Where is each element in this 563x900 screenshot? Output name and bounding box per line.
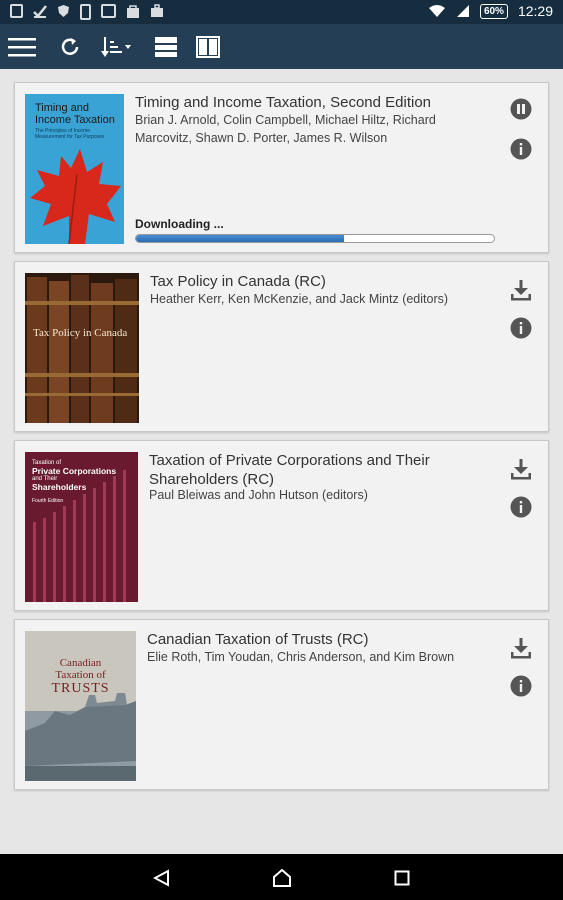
menu-icon[interactable] xyxy=(8,34,36,60)
castle-photo xyxy=(25,631,136,781)
cover-graphic xyxy=(33,470,126,602)
book-cover[interactable]: Tax Policy in Canada xyxy=(25,273,139,423)
book-title[interactable]: Tax Policy in Canada (RC) xyxy=(150,272,490,291)
download-icon[interactable] xyxy=(509,278,533,302)
maple-leaf-icon xyxy=(30,149,121,244)
battery-indicator: 60% xyxy=(479,3,508,19)
news-icon xyxy=(101,4,116,18)
book-list: Timing and Income Taxation The Principle… xyxy=(0,69,563,854)
download-icon[interactable] xyxy=(509,457,533,481)
book-card[interactable]: Tax Policy in Canada Tax Policy in Canad… xyxy=(14,261,549,432)
book-title[interactable]: Taxation of Private Corporations and The… xyxy=(149,451,469,489)
info-icon[interactable] xyxy=(509,316,533,340)
back-icon[interactable] xyxy=(152,868,172,888)
shield-icon xyxy=(58,5,69,17)
recents-icon[interactable] xyxy=(392,868,412,888)
download-status: Downloading ... xyxy=(135,217,224,231)
book-title[interactable]: Timing and Income Taxation, Second Editi… xyxy=(135,93,485,112)
download-progress-bar xyxy=(135,234,495,243)
home-icon[interactable] xyxy=(272,868,292,888)
list-view-icon[interactable] xyxy=(152,34,180,60)
system-nav-bar xyxy=(0,854,563,900)
notification-icons xyxy=(10,4,164,20)
gallery-icon xyxy=(10,4,23,18)
download-icon[interactable] xyxy=(509,636,533,660)
status-bar: 60% 12:29 xyxy=(0,0,563,24)
phone-icon xyxy=(80,4,91,20)
app-toolbar xyxy=(0,24,563,69)
book-authors: Brian J. Arnold, Colin Campbell, Michael… xyxy=(135,113,436,145)
book-cover[interactable]: Taxation of Private Corporations and The… xyxy=(25,452,138,602)
info-icon[interactable] xyxy=(509,674,533,698)
cover-title: Canadian Taxation of TRUSTS xyxy=(51,657,110,696)
book-card[interactable]: Canadian Taxation of TRUSTS Canadian Tax… xyxy=(14,619,549,790)
info-icon[interactable] xyxy=(509,137,533,161)
system-status: 60% 12:29 xyxy=(428,3,553,19)
book-authors: Paul Bleiwas and John Hutson (editors) xyxy=(149,488,368,502)
book-card[interactable]: Timing and Income Taxation The Principle… xyxy=(14,82,549,253)
bag-icon xyxy=(127,5,139,18)
refresh-icon[interactable] xyxy=(56,34,84,60)
clock: 12:29 xyxy=(517,3,553,19)
book-authors: Elie Roth, Tim Youdan, Chris Anderson, a… xyxy=(147,650,455,664)
book-authors: Heather Kerr, Ken McKenzie, and Jack Min… xyxy=(150,292,449,306)
book-title[interactable]: Canadian Taxation of Trusts (RC) xyxy=(147,630,487,649)
check-icon xyxy=(33,5,47,18)
book-cover[interactable]: Canadian Taxation of TRUSTS xyxy=(25,631,136,781)
book-card[interactable]: Taxation of Private Corporations and The… xyxy=(14,440,549,611)
pause-icon[interactable] xyxy=(509,97,533,121)
book-cover[interactable]: Timing and Income Taxation The Principle… xyxy=(25,94,124,244)
wifi-icon xyxy=(428,5,445,17)
books-photo xyxy=(25,273,139,423)
briefcase-icon xyxy=(151,4,163,17)
signal-icon xyxy=(456,5,469,17)
grid-view-icon[interactable] xyxy=(194,34,222,60)
info-icon[interactable] xyxy=(509,495,533,519)
sort-icon[interactable] xyxy=(100,34,134,60)
cover-title: Tax Policy in Canada xyxy=(33,327,128,339)
progress-fill xyxy=(136,235,344,242)
